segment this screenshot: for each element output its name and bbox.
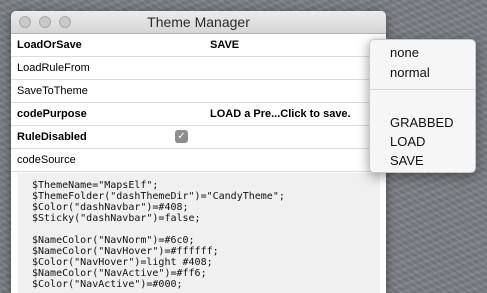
menu-item-grabbed[interactable]: GRABBED [390,115,454,130]
row-code-purpose[interactable]: codePurpose LOAD a Pre...Click to save. [11,103,386,126]
row-key: SaveToTheme [17,85,88,97]
row-save-to-theme[interactable]: SaveToTheme [11,80,386,103]
row-value[interactable]: LOAD a Pre...Click to save. [210,108,351,120]
row-value[interactable]: SAVE [210,39,239,51]
rule-disabled-checkbox[interactable]: ✓ [175,130,188,143]
code-editor[interactable]: $ThemeName="MapsElf"; $ThemeFolder("dash… [18,173,380,293]
code-line: $NameColor("NavHover")=#ffffff; [32,246,219,257]
menu-item-none[interactable]: none [390,45,419,60]
menu-item-normal[interactable]: normal [390,65,430,80]
row-key: LoadRuleFrom [17,62,90,74]
menu-item-save[interactable]: SAVE [390,153,424,168]
code-line: $ThemeName="MapsElf"; [32,180,159,191]
code-line: $ThemeFolder("dashThemeDir")="CandyTheme… [32,191,285,202]
row-load-rule-from[interactable]: LoadRuleFrom [11,57,386,80]
theme-manager-window: Theme Manager LoadOrSave SAVE ▶ LoadRule… [11,11,386,293]
dropdown-menu: none normal GRABBED LOAD SAVE [369,39,476,173]
row-code-source[interactable]: codeSource [11,149,386,172]
code-line: $Sticky("dashNavbar")=false; [32,213,201,224]
row-load-or-save[interactable]: LoadOrSave SAVE ▶ [11,34,386,57]
menu-separator [370,89,475,90]
code-line: $Color("NavActive")=#000; [32,279,183,290]
code-line: $Color("NavHover")=light #408; [32,257,213,268]
code-line: $NameColor("NavNorm")=#6c0; [32,235,195,246]
window-title: Theme Manager [147,14,250,30]
row-key: codeSource [17,154,76,166]
property-list: LoadOrSave SAVE ▶ LoadRuleFrom SaveToThe… [11,34,386,172]
row-key: RuleDisabled [17,131,87,143]
row-key: codePurpose [17,108,87,120]
code-line: $Color("dashNavbar")=#408; [32,202,189,213]
title-bar: Theme Manager [11,11,386,34]
code-line: $NameColor("NavActive")=#ff6; [32,268,207,279]
menu-item-load[interactable]: LOAD [390,134,425,149]
row-rule-disabled[interactable]: RuleDisabled ✓ [11,126,386,149]
row-key: LoadOrSave [17,39,82,51]
